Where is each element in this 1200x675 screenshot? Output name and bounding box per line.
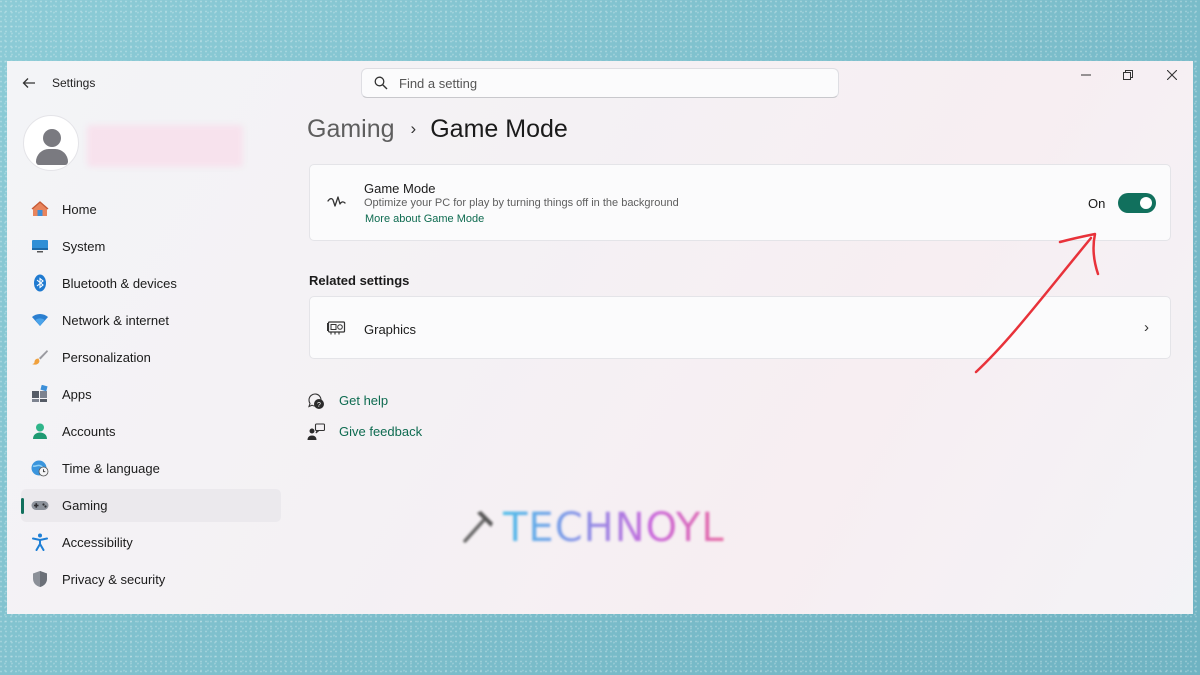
sidebar-item-label: Accounts: [62, 424, 116, 439]
page-title: Game Mode: [430, 115, 568, 143]
avatar-body-shape: [36, 149, 68, 165]
title-bar: Settings: [7, 61, 1193, 105]
give-feedback-icon: [307, 423, 325, 440]
settings-window: Settings Home System Bluetooth &: [7, 61, 1193, 614]
sidebar-item-label: Privacy & security: [62, 572, 166, 587]
game-mode-toggle[interactable]: [1118, 193, 1156, 213]
breadcrumb-parent[interactable]: Gaming: [307, 115, 395, 143]
sidebar-item-gaming[interactable]: Gaming: [21, 489, 281, 522]
bluetooth-icon: [34, 274, 46, 292]
wifi-icon: [32, 313, 48, 326]
sidebar-item-label: System: [62, 239, 106, 254]
sidebar-item-bluetooth[interactable]: Bluetooth & devices: [21, 267, 281, 300]
toggle-knob: [1140, 197, 1152, 209]
restore-button[interactable]: [1107, 65, 1149, 87]
restore-icon: [1123, 70, 1133, 80]
accessibility-icon: [32, 533, 48, 551]
game-mode-title: Game Mode: [364, 181, 436, 196]
graphics-label: Graphics: [364, 322, 417, 337]
shield-icon: [33, 571, 47, 587]
minimize-icon: [1081, 74, 1091, 76]
game-mode-card: Game Mode Optimize your PC for play by t…: [309, 164, 1171, 241]
apps-icon: [32, 385, 48, 402]
game-mode-icon: [327, 196, 346, 207]
minimize-button[interactable]: [1065, 65, 1107, 87]
game-mode-description: Optimize your PC for play by turning thi…: [364, 197, 679, 209]
graphics-settings-row[interactable]: Graphics ›: [309, 296, 1171, 359]
sidebar-item-accounts[interactable]: Accounts: [21, 415, 281, 448]
sidebar-item-label: Network & internet: [62, 313, 169, 328]
sidebar-item-label: Apps: [62, 387, 92, 402]
sidebar-item-label: Home: [62, 202, 97, 217]
sidebar-item-time-language[interactable]: Time & language: [21, 452, 281, 485]
sidebar-item-privacy-security[interactable]: Privacy & security: [21, 563, 281, 596]
accounts-icon: [33, 423, 47, 439]
system-icon: [32, 240, 48, 253]
graphics-card-icon: [327, 321, 346, 335]
get-help-icon: ?: [308, 393, 324, 409]
toggle-state-label: On: [1088, 196, 1106, 211]
sidebar-item-personalization[interactable]: Personalization: [21, 341, 281, 374]
profile-name-redacted: [87, 125, 243, 167]
breadcrumb-separator: ›: [410, 119, 417, 138]
sidebar-item-label: Personalization: [62, 350, 151, 365]
hammer-icon: [463, 511, 493, 543]
more-about-game-mode-link[interactable]: More about Game Mode: [365, 213, 484, 225]
chevron-right-icon: ›: [1144, 319, 1149, 336]
watermark-text: TECHNOYL: [503, 505, 725, 551]
sidebar-nav: Home System Bluetooth & devices Network …: [21, 193, 281, 600]
breadcrumb: Gaming › Game Mode: [307, 115, 568, 144]
avatar-head-shape: [43, 129, 61, 147]
technoyl-watermark: TECHNOYL: [459, 503, 749, 551]
sidebar-item-accessibility[interactable]: Accessibility: [21, 526, 281, 559]
sidebar-item-label: Time & language: [62, 461, 160, 476]
globe-clock-icon: [31, 460, 49, 477]
sidebar-item-system[interactable]: System: [21, 230, 281, 263]
search-box[interactable]: [361, 68, 839, 98]
sidebar-item-label: Accessibility: [62, 535, 133, 550]
search-input[interactable]: [399, 73, 819, 93]
sidebar-item-home[interactable]: Home: [21, 193, 281, 226]
app-title: Settings: [52, 76, 96, 90]
sidebar-item-label: Gaming: [62, 498, 108, 513]
back-button[interactable]: [19, 73, 39, 93]
back-arrow-icon: [22, 78, 35, 88]
svg-text:?: ?: [317, 402, 321, 409]
sidebar-item-apps[interactable]: Apps: [21, 378, 281, 411]
get-help-label: Get help: [339, 393, 389, 408]
home-icon: [31, 201, 49, 216]
sidebar-item-network[interactable]: Network & internet: [21, 304, 281, 337]
give-feedback-label: Give feedback: [339, 424, 423, 439]
sidebar-item-label: Bluetooth & devices: [62, 276, 177, 291]
avatar[interactable]: [23, 115, 79, 171]
active-indicator: [21, 498, 24, 514]
related-settings-heading: Related settings: [309, 273, 410, 288]
search-icon: [374, 76, 388, 90]
close-icon: [1166, 69, 1178, 81]
brush-icon: [32, 350, 48, 365]
gamepad-icon: [31, 501, 49, 510]
close-button[interactable]: [1151, 65, 1193, 87]
